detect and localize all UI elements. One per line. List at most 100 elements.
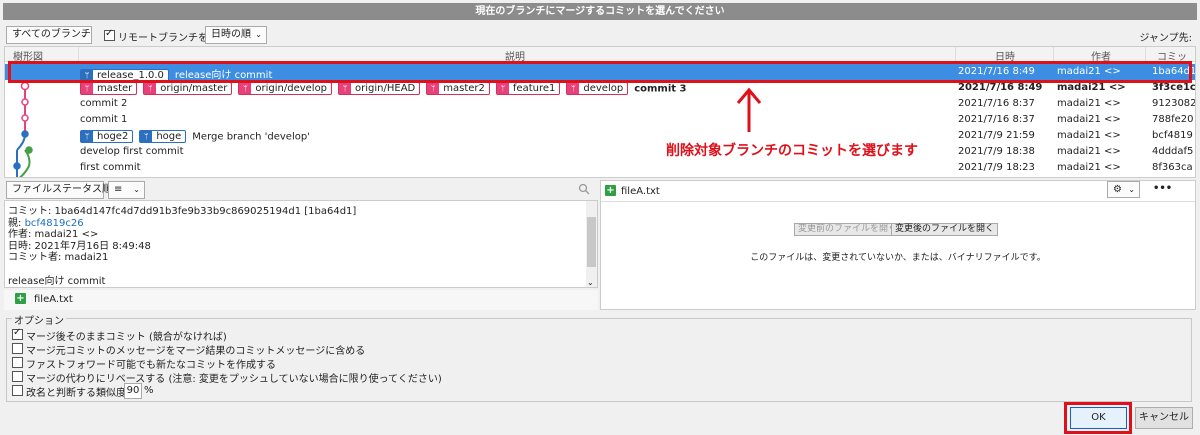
annotation-arrow-icon (736, 87, 762, 132)
commit-row[interactable]: develop first commit 2021/7/9 18:38 madai2… (5, 144, 1195, 160)
commit-date: 2021/7/16 8:37 (958, 98, 1035, 109)
branch-tag[interactable]: ᛘ hoge2 (80, 130, 134, 143)
commit-description: first commit (80, 162, 141, 173)
option-label: マージの代わりにリベースする (注意: 変更をプッシュしていない場合に限り使って… (26, 374, 442, 385)
option-checkbox[interactable] (12, 327, 23, 340)
branch-icon: ᛘ (339, 83, 352, 94)
scroll-down-icon[interactable]: ⌄ (587, 278, 594, 287)
options-label: オプション (12, 312, 66, 327)
commit-date: 2021/7/9 18:23 (958, 162, 1035, 173)
date-line: 日時: 2021年7月16日 8:49:48 (8, 240, 151, 252)
branch-tag[interactable]: ᛘ feature1 (495, 82, 561, 95)
added-file-icon: + (605, 185, 616, 196)
column-headers: 樹形図 説明 日時 作者 コミット (5, 47, 1195, 78)
show-remote-checkbox[interactable] (104, 28, 115, 41)
option-checkbox[interactable] (12, 357, 23, 368)
commit-author: madai21 <> (1057, 82, 1126, 93)
diff-settings-combo[interactable]: ⚙ ⌄ (1107, 181, 1140, 198)
branch-tag[interactable]: ᛘ origin/HEAD (338, 82, 421, 95)
chevron-down-icon: ⌄ (255, 30, 262, 39)
similarity-input[interactable]: 90 (124, 383, 142, 399)
branch-tag[interactable]: ᛘ origin/develop (238, 82, 333, 95)
cancel-button[interactable]: キャンセル (1135, 407, 1193, 429)
branch-icon: ᛘ (496, 83, 509, 94)
commit-row[interactable]: first commit 2021/7/9 18:23 madai21 <> 8f36… (5, 160, 1195, 176)
highlight-selected-commit (8, 61, 1192, 83)
list-icon: ≡ (114, 184, 123, 195)
gear-icon: ⚙ (1113, 184, 1122, 195)
branch-icon: ᛘ (144, 83, 157, 94)
branch-tag[interactable]: ᛘ origin/master (143, 82, 233, 95)
option-checkbox[interactable] (12, 371, 23, 382)
commit-hash: 3f3ce1c (1152, 82, 1196, 93)
commit-details: コミット: 1ba64d147fc4d7dd91b3fe9b33b9c86902… (8, 206, 588, 287)
branch-tag-label: develop (583, 83, 624, 94)
branch-tag[interactable]: ᛘ master2 (426, 82, 490, 95)
commit-row[interactable]: commit 1 2021/7/16 8:37 madai21 <> 788fe20 (5, 112, 1195, 128)
open-before-button[interactable]: 変更前のファイルを開く (794, 223, 902, 236)
commit-author: madai21 <> (1057, 146, 1121, 157)
highlight-ok-button (1064, 402, 1132, 434)
annotation-text: 削除対象ブランチのコミットを選びます (666, 143, 918, 159)
branch-icon: ᛘ (81, 83, 93, 94)
commit-author: madai21 <> (1057, 114, 1121, 125)
branch-tag-label: master (97, 83, 133, 94)
commit-hash: 788fe20 (1152, 114, 1194, 125)
chevron-down-icon: ⌄ (1128, 185, 1135, 194)
commit-message: first commit (80, 162, 141, 173)
commit-date: 2021/7/16 8:49 (958, 82, 1043, 93)
option-label: マージ元コミットのメッセージをマージ結果のコミットメッセージに含める (26, 346, 366, 357)
branch-tag-label: origin/HEAD (355, 83, 416, 94)
diff-file-name: fileA.txt (621, 186, 660, 197)
branch-filter-value: すべてのブランチ (12, 29, 91, 40)
commit-hash: 4dddaf5 (1152, 146, 1194, 157)
commit-author: madai21 <> (1057, 98, 1121, 109)
option-checkbox[interactable] (12, 385, 23, 396)
commit-hash: 9123082 (1152, 98, 1196, 109)
commit-message: Merge branch 'develop' (192, 131, 310, 143)
branch-tag-label: origin/master (160, 83, 228, 94)
branch-icon: ᛘ (81, 131, 93, 142)
file-item[interactable]: fileA.txt (34, 294, 73, 305)
commit-row[interactable]: commit 2 2021/7/16 8:37 madai21 <> 9123082 (5, 96, 1195, 112)
option-checkbox[interactable] (12, 343, 23, 354)
commit-message: commit 3 (634, 83, 687, 95)
committer-line: コミット者: madai21 (8, 252, 109, 263)
parent-link[interactable]: bcf4819c26 (25, 218, 84, 229)
commit-description: ᛘ master ᛘ origin/master ᛘ origin/develop ᛘ ori… (80, 82, 687, 95)
option-label: 改名と判断する類似度: (26, 388, 130, 399)
similarity-unit: % (144, 385, 154, 396)
branch-icon: ᛘ (567, 83, 580, 94)
branch-tag[interactable]: ᛘ hoge (139, 130, 187, 143)
sort-order-value: 日時の順 (211, 29, 251, 40)
jump-label: ジャンプ先: (1139, 33, 1192, 44)
commit-row[interactable]: ᛘ hoge2 ᛘ hoge Merge branch 'develop' 2021/7/… (5, 128, 1195, 144)
option-label: ファストフォワード可能でも新たなコミットを作成する (26, 360, 276, 371)
chevron-down-icon: ⌄ (133, 185, 140, 194)
branch-tag-label: hoge2 (97, 131, 129, 142)
added-file-icon: + (15, 293, 26, 304)
commit-date: 2021/7/9 18:38 (958, 146, 1035, 157)
commit-message: develop first commit (80, 146, 184, 157)
commit-description: develop first commit (80, 146, 184, 157)
view-mode-combo[interactable]: ≡ ⌄ (108, 181, 145, 199)
search-icon[interactable] (578, 183, 590, 195)
commit-description: commit 1 (80, 114, 127, 125)
branch-filter-combo[interactable]: すべてのブランチ ⌄ (6, 26, 92, 44)
commit-message: commit 2 (80, 98, 128, 109)
sort-order-combo[interactable]: 日時の順 ⌄ (205, 26, 267, 44)
branch-tag[interactable]: ᛘ develop (566, 82, 629, 95)
commit-message: release向け commit (8, 275, 106, 287)
toolbar: すべてのブランチ ⌄ リモートブランチを表示 日時の順 ⌄ ジャンプ先: (0, 24, 1200, 46)
more-options-icon[interactable]: ••• (1153, 183, 1172, 194)
branch-icon: ᛘ (239, 83, 252, 94)
branch-tag[interactable]: ᛘ master (80, 82, 138, 95)
commit-date: 2021/7/9 21:59 (958, 130, 1035, 141)
file-sort-combo[interactable]: ファイルステータス順 (6, 181, 112, 199)
branch-tag-label: feature1 (512, 83, 556, 94)
diff-panel: + fileA.txt ⚙ ⌄ ••• 変更前のファイルを開く 変更後のファイル… (600, 180, 1196, 310)
commit-hash: 8f363ca (1152, 162, 1193, 173)
branch-tag-label: hoge (156, 131, 182, 142)
author-line: 作者: madai21 <> (8, 229, 99, 240)
open-after-button[interactable]: 変更後のファイルを開く (891, 223, 999, 236)
